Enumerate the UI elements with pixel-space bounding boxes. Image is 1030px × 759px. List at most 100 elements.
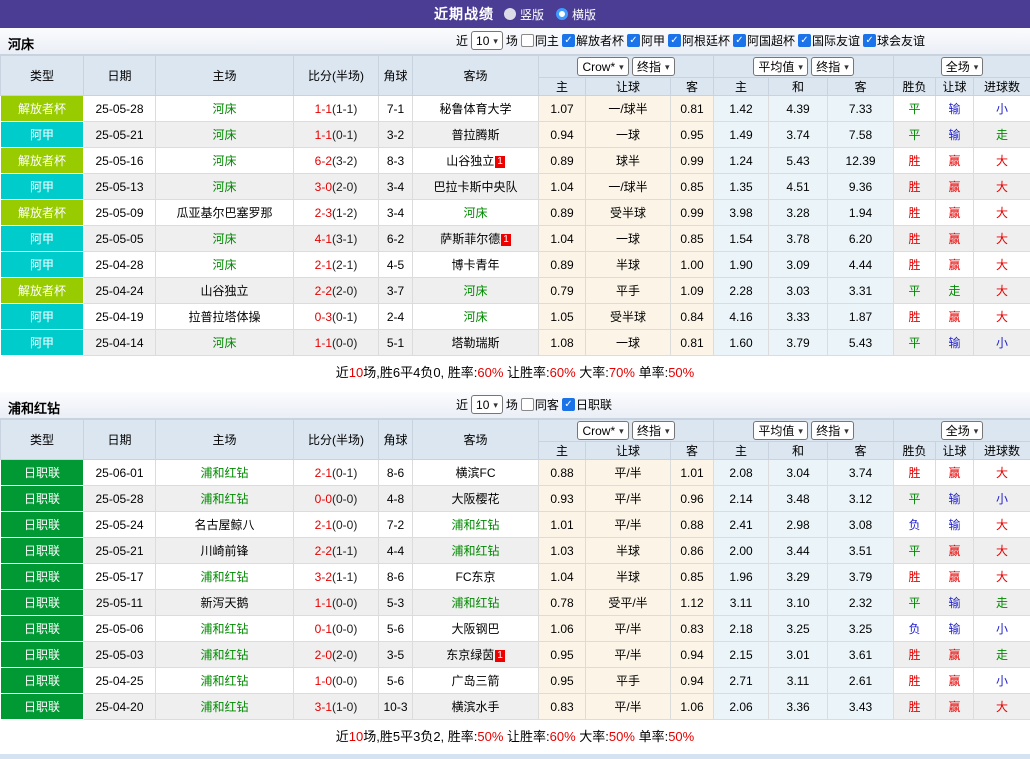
result-wdl: 平 [894, 486, 936, 512]
away-team[interactable]: 横滨水手 [413, 694, 539, 720]
score-cell: 2-0(2-0) [294, 642, 379, 668]
scope-select[interactable]: 全场▾ [941, 57, 984, 76]
away-team[interactable]: 博卡青年 [413, 252, 539, 278]
odds-handicap: 平/半 [586, 460, 671, 486]
vertical-layout-radio[interactable]: 竖版 [504, 6, 544, 23]
avg-away: 7.33 [828, 96, 894, 122]
same-venue-checkbox[interactable]: 同主 [521, 32, 559, 49]
home-team[interactable]: 浦和红钻 [156, 694, 294, 720]
avg-draw: 3.03 [769, 278, 828, 304]
odds-home: 0.93 [539, 486, 586, 512]
league-checkbox[interactable]: ✓解放者杯 [562, 32, 624, 49]
avg-away: 4.44 [828, 252, 894, 278]
away-team[interactable]: 东京绿茵1 [413, 642, 539, 668]
avg-time-select[interactable]: 终指▾ [811, 421, 854, 440]
away-team[interactable]: 大阪樱花 [413, 486, 539, 512]
home-team[interactable]: 浦和红钻 [156, 642, 294, 668]
result-goals: 大 [974, 252, 1030, 278]
avg-home: 1.49 [714, 122, 769, 148]
result-wdl: 胜 [894, 304, 936, 330]
result-handicap: 赢 [936, 668, 974, 694]
result-goals: 小 [974, 96, 1030, 122]
home-team[interactable]: 瓜亚基尔巴塞罗那 [156, 200, 294, 226]
away-team[interactable]: 大阪钢巴 [413, 616, 539, 642]
home-team[interactable]: 新泻天鹅 [156, 590, 294, 616]
matches-body: 日职联 25-06-01 浦和红钻 2-1(0-1) 8-6 横滨FC 0.88… [1, 460, 1030, 720]
league-badge: 阿甲 [1, 330, 84, 356]
match-row: 日职联 25-05-11 新泻天鹅 1-1(0-0) 5-3 浦和红钻 0.78… [1, 590, 1030, 616]
home-team[interactable]: 浦和红钻 [156, 486, 294, 512]
odds-company-select[interactable]: Crow*▾ [577, 421, 628, 440]
league-badge: 日职联 [1, 512, 84, 538]
avg-home: 2.14 [714, 486, 769, 512]
home-team[interactable]: 川崎前锋 [156, 538, 294, 564]
home-team[interactable]: 浦和红钻 [156, 564, 294, 590]
away-team[interactable]: 横滨FC [413, 460, 539, 486]
home-team[interactable]: 河床 [156, 122, 294, 148]
avg-draw: 3.78 [769, 226, 828, 252]
home-team[interactable]: 河床 [156, 226, 294, 252]
corners-cell: 6-2 [379, 226, 413, 252]
avg-away: 12.39 [828, 148, 894, 174]
away-team[interactable]: 普拉腾斯 [413, 122, 539, 148]
away-team[interactable]: 浦和红钻 [413, 538, 539, 564]
home-team[interactable]: 浦和红钻 [156, 616, 294, 642]
home-team[interactable]: 浦和红钻 [156, 668, 294, 694]
home-team[interactable]: 河床 [156, 148, 294, 174]
away-team[interactable]: 巴拉卡斯中央队 [413, 174, 539, 200]
league-checkbox[interactable]: ✓球会友谊 [863, 32, 925, 49]
odds-home: 0.89 [539, 200, 586, 226]
away-team[interactable]: 河床 [413, 200, 539, 226]
match-count-select[interactable]: 10▾ [471, 395, 503, 414]
avg-select[interactable]: 平均值▾ [753, 57, 808, 76]
home-team[interactable]: 拉普拉塔体操 [156, 304, 294, 330]
score-cell: 0-0(0-0) [294, 486, 379, 512]
away-team[interactable]: 塔勒瑞斯 [413, 330, 539, 356]
chevron-down-icon: ▾ [493, 397, 498, 413]
league-checkbox[interactable]: ✓阿根廷杯 [668, 32, 730, 49]
league-checkbox[interactable]: ✓阿国超杯 [733, 32, 795, 49]
away-team[interactable]: 浦和红钻 [413, 590, 539, 616]
away-team[interactable]: 秘鲁体育大学 [413, 96, 539, 122]
avg-away: 1.87 [828, 304, 894, 330]
result-handicap: 赢 [936, 252, 974, 278]
same-venue-checkbox[interactable]: 同客 [521, 396, 559, 413]
avg-select[interactable]: 平均值▾ [753, 421, 808, 440]
horizontal-layout-radio[interactable]: 横版 [556, 6, 596, 23]
odds-time-select[interactable]: 终指▾ [632, 57, 675, 76]
odds-handicap: 球半 [586, 148, 671, 174]
result-goals: 小 [974, 486, 1030, 512]
league-checkbox[interactable]: ✓阿甲 [627, 32, 665, 49]
home-team[interactable]: 名古屋鲸八 [156, 512, 294, 538]
match-count-select[interactable]: 10▾ [471, 31, 503, 50]
league-checkbox[interactable]: ✓日职联 [562, 396, 612, 413]
league-badge: 阿甲 [1, 174, 84, 200]
away-team[interactable]: 广岛三箭 [413, 668, 539, 694]
avg-away: 3.79 [828, 564, 894, 590]
odds-time-select[interactable]: 终指▾ [632, 421, 675, 440]
away-team[interactable]: 河床 [413, 278, 539, 304]
rank-badge: 1 [495, 156, 505, 168]
home-team[interactable]: 浦和红钻 [156, 460, 294, 486]
odds-handicap: 受平/半 [586, 590, 671, 616]
home-team[interactable]: 山谷独立 [156, 278, 294, 304]
away-team[interactable]: 浦和红钻 [413, 512, 539, 538]
avg-time-select[interactable]: 终指▾ [811, 57, 854, 76]
avg-home: 1.90 [714, 252, 769, 278]
league-checkbox[interactable]: ✓国际友谊 [798, 32, 860, 49]
sub-header: 主 [714, 442, 769, 460]
home-team[interactable]: 河床 [156, 330, 294, 356]
away-team[interactable]: FC东京 [413, 564, 539, 590]
away-team[interactable]: 山谷独立1 [413, 148, 539, 174]
odds-header-group: Crow*▾ 终指▾ [539, 56, 714, 78]
scope-select[interactable]: 全场▾ [941, 421, 984, 440]
home-team[interactable]: 河床 [156, 252, 294, 278]
home-team[interactable]: 河床 [156, 174, 294, 200]
odds-company-select[interactable]: Crow*▾ [577, 57, 628, 76]
avg-home: 2.41 [714, 512, 769, 538]
away-team[interactable]: 萨斯菲尔德1 [413, 226, 539, 252]
avg-draw: 3.33 [769, 304, 828, 330]
away-team[interactable]: 河床 [413, 304, 539, 330]
result-goals: 走 [974, 642, 1030, 668]
home-team[interactable]: 河床 [156, 96, 294, 122]
